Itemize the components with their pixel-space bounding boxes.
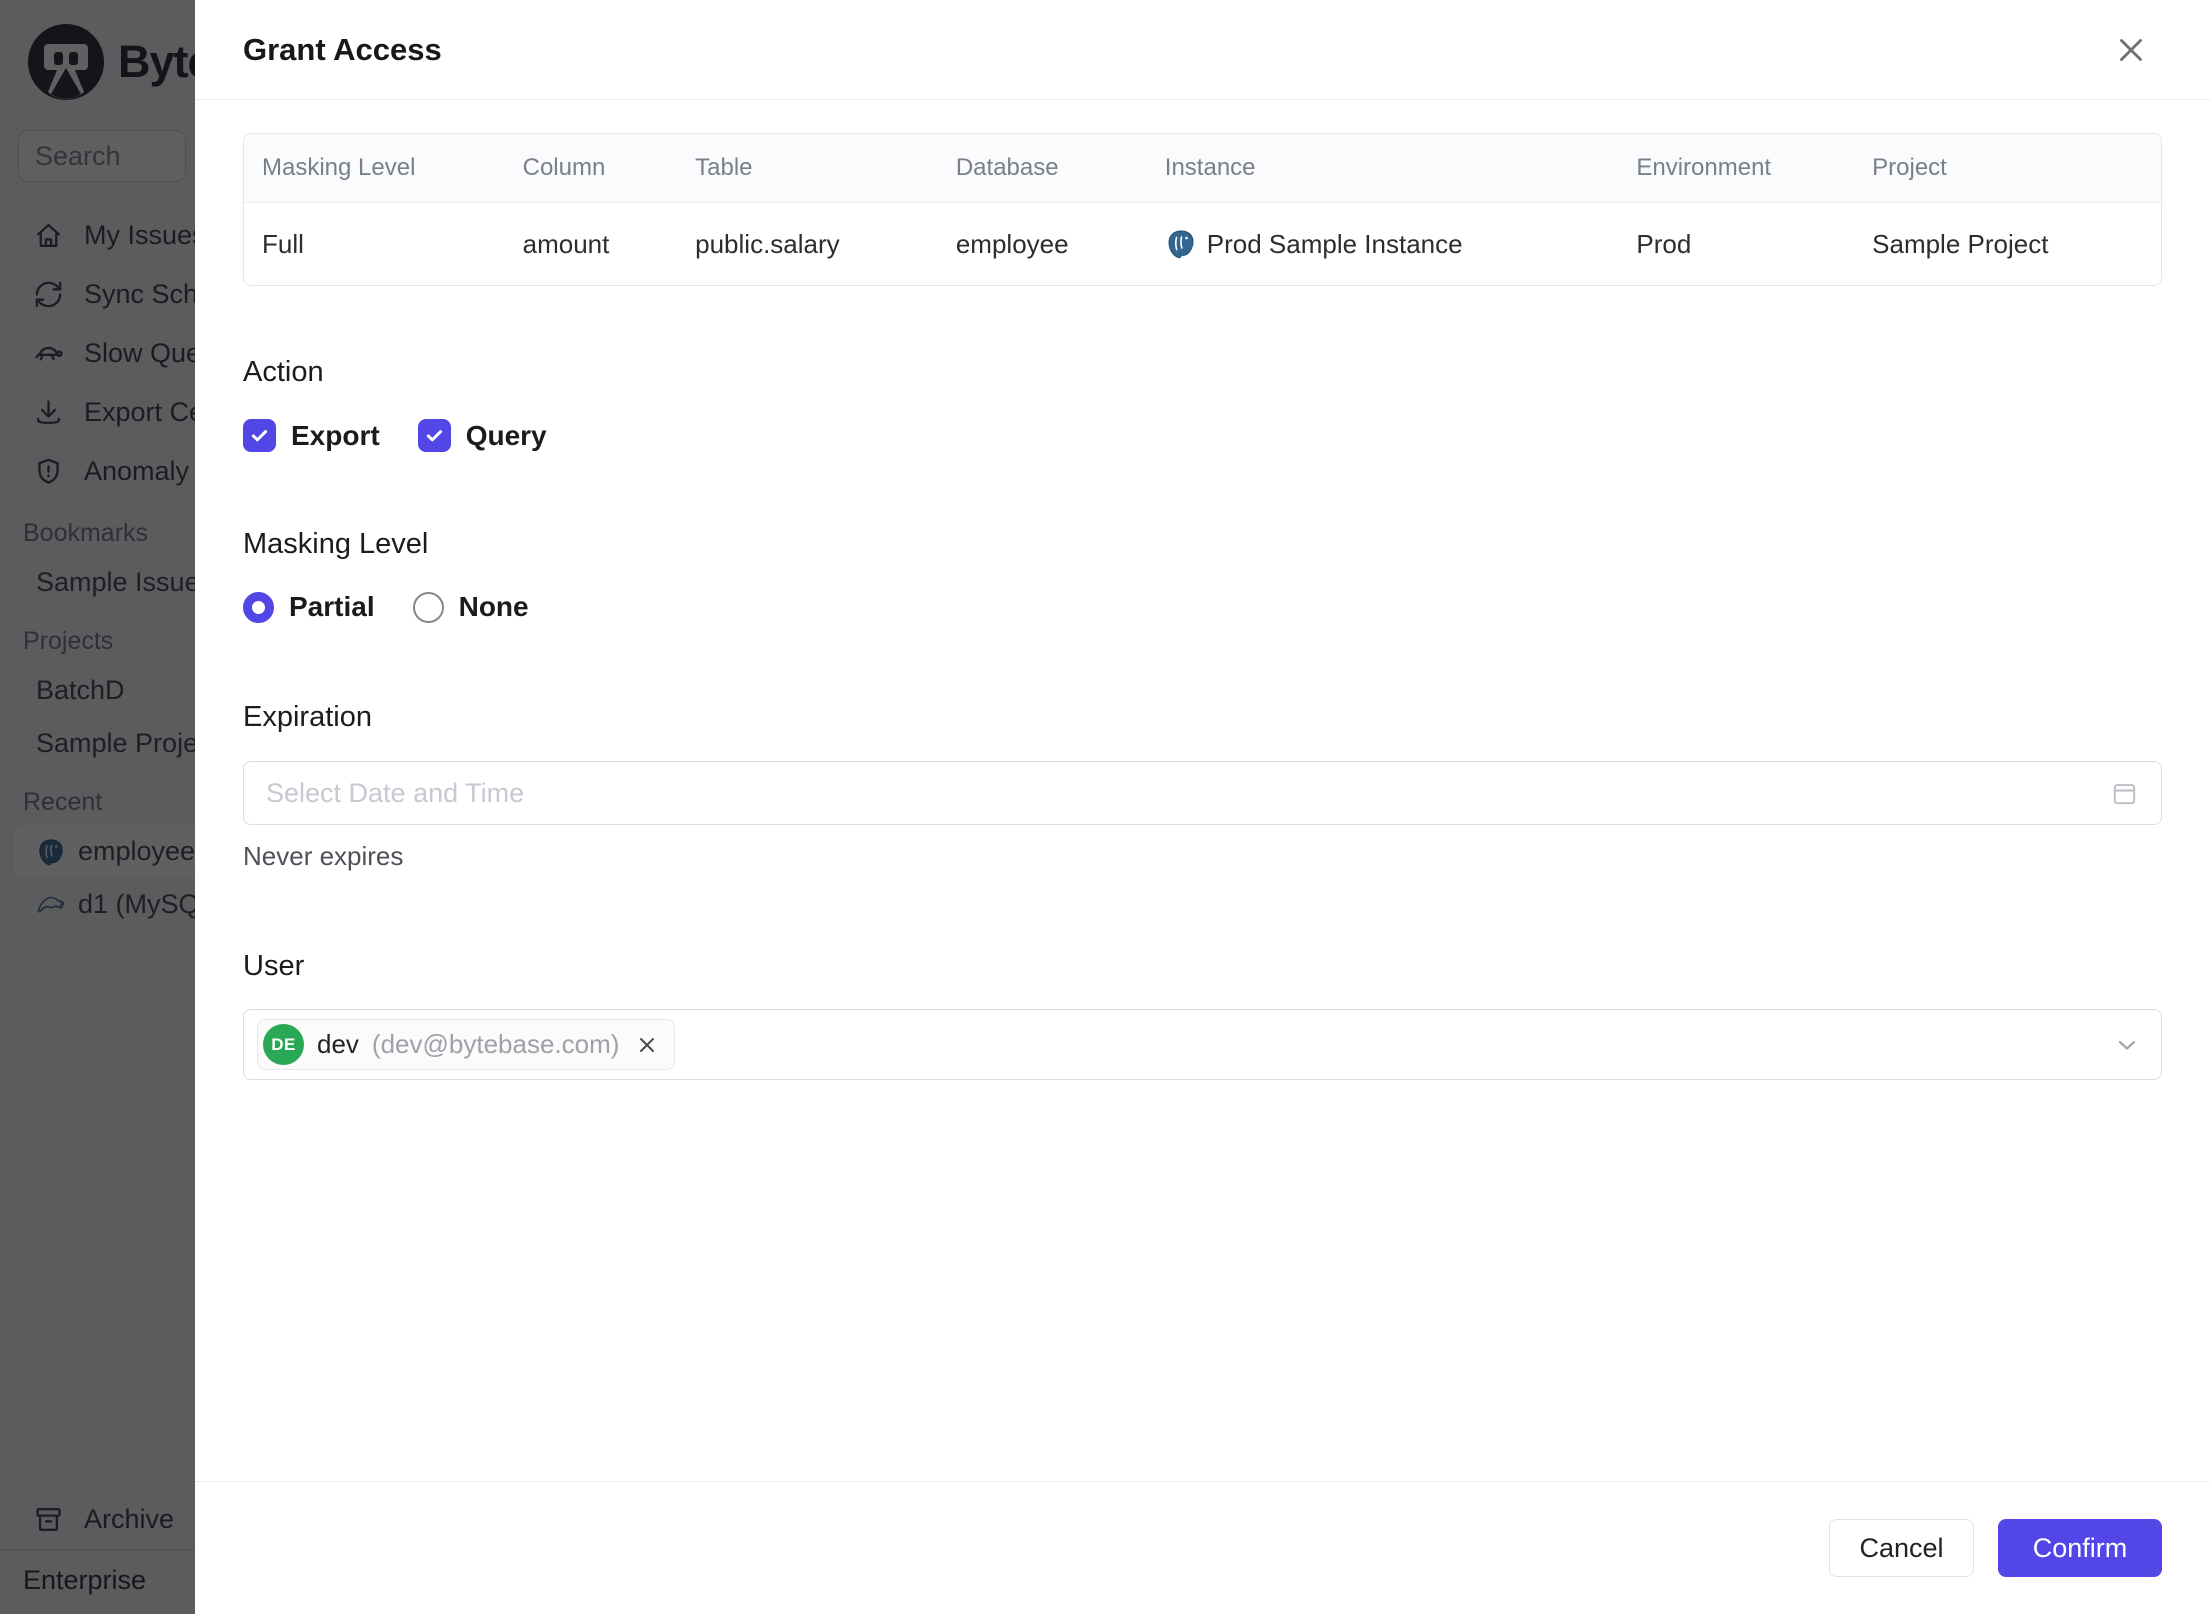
cell-database: employee [939, 203, 1149, 285]
masking-option-partial: Partial [243, 591, 375, 623]
modal-body: Masking Level Column Table Database Inst… [195, 100, 2210, 1481]
radio-label: Partial [289, 591, 375, 622]
checkbox-label: Export [291, 419, 380, 451]
column-header: Instance [1148, 134, 1621, 203]
remove-user-button[interactable] [635, 1033, 659, 1057]
partial-radio[interactable] [243, 591, 274, 623]
column-header: Table [679, 134, 940, 203]
cell-table: public.salary [679, 203, 940, 285]
cell-column: amount [506, 203, 680, 285]
modal-title: Grant Access [243, 31, 442, 67]
check-icon [251, 430, 268, 442]
column-header: Project [1856, 134, 2161, 203]
chevron-down-icon[interactable] [2113, 1031, 2141, 1059]
column-header: Database [939, 134, 1149, 203]
masking-options: Partial None [243, 591, 2162, 623]
user-avatar: DE [263, 1024, 304, 1065]
instance-name: Prod Sample Instance [1206, 228, 1463, 259]
user-select[interactable]: DE dev (dev@bytebase.com) [243, 1009, 2162, 1080]
table-header-row: Masking Level Column Table Database Inst… [244, 134, 2161, 203]
action-option-query: Query [417, 419, 547, 452]
masking-section-title: Masking Level [243, 528, 429, 560]
action-options: Export Query [243, 419, 2162, 452]
expiration-date-field [243, 761, 2162, 825]
close-icon [2120, 38, 2142, 61]
cell-environment: Prod [1620, 203, 1857, 285]
confirm-button[interactable]: Confirm [1998, 1519, 2162, 1577]
masking-option-none: None [412, 591, 529, 623]
cell-masking-level: Full [244, 203, 507, 285]
expiration-hint: Never expires [243, 841, 404, 871]
checkbox-label: Query [465, 419, 547, 451]
modal-header: Grant Access [195, 0, 2210, 100]
export-checkbox[interactable] [243, 419, 276, 452]
close-button[interactable] [2112, 31, 2150, 69]
selected-user-tag: DE dev (dev@bytebase.com) [257, 1019, 676, 1070]
calendar-icon[interactable] [2110, 779, 2139, 808]
action-section-title: Action [243, 356, 324, 388]
radio-label: None [458, 591, 529, 622]
grant-access-modal: Grant Access Masking Level Column Table … [195, 0, 2210, 1614]
cell-instance: Prod Sample Instance [1148, 203, 1621, 285]
query-checkbox[interactable] [417, 419, 451, 452]
expiration-section-title: Expiration [243, 701, 372, 733]
column-header: Environment [1620, 134, 1857, 203]
check-icon [426, 430, 442, 442]
user-email: (dev@bytebase.com) [371, 1029, 620, 1059]
cell-project: Sample Project [1856, 203, 2161, 285]
cancel-button[interactable]: Cancel [1829, 1519, 1974, 1577]
modal-footer: Cancel Confirm [195, 1481, 2210, 1614]
expiration-date-input[interactable] [244, 762, 2161, 824]
user-name: dev [317, 1029, 359, 1059]
action-option-export: Export [243, 419, 380, 452]
user-section-title: User [243, 950, 305, 982]
table-row: Full amount public.salary employee Prod … [244, 203, 2161, 285]
none-radio[interactable] [412, 591, 444, 623]
column-header: Masking Level [244, 134, 507, 203]
postgresql-icon [1168, 230, 1194, 259]
column-header: Column [506, 134, 680, 203]
close-icon [640, 1037, 655, 1052]
grant-summary-table: Masking Level Column Table Database Inst… [243, 133, 2162, 286]
